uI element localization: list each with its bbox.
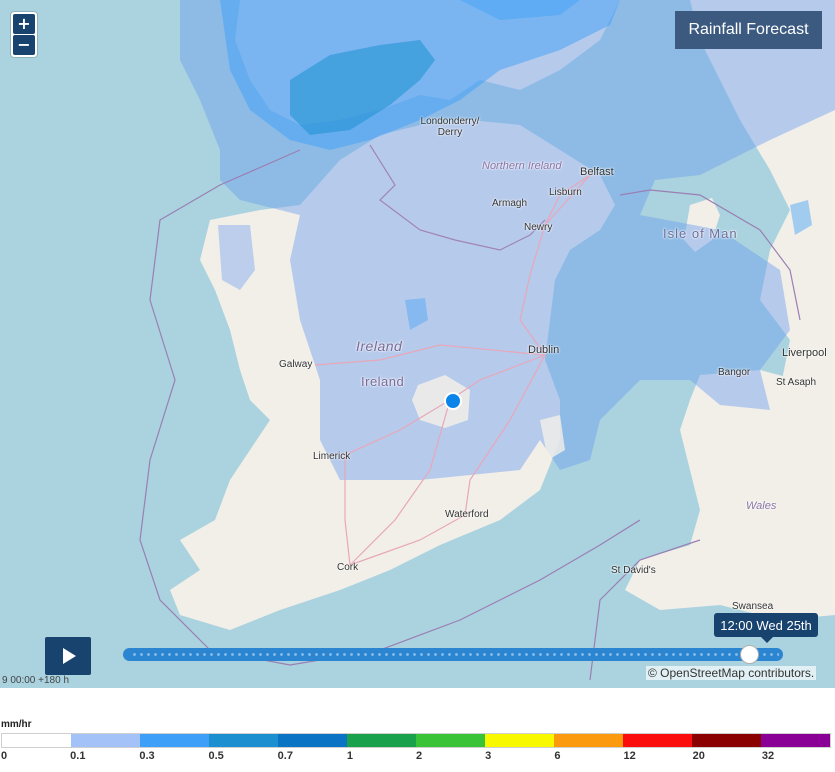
legend-swatch [140, 734, 209, 747]
place-ireland: Ireland [361, 374, 405, 389]
legend-swatch [761, 734, 830, 747]
zoom-control: + − [11, 12, 37, 57]
place-st-asaph: St Asaph [776, 377, 817, 388]
place-st-davids: St David's [611, 565, 656, 576]
legend-label: 1 [346, 750, 353, 762]
map-base-layer [0, 0, 835, 688]
legend-label: 32 [761, 750, 775, 762]
place-armagh: Armagh [492, 198, 528, 209]
place-bangor: Bangor [718, 367, 751, 378]
attribution-text: © OpenStreetMap contributors. [648, 666, 815, 680]
legend-label: 0 [1, 750, 8, 762]
map-attribution[interactable]: © OpenStreetMap contributors. [646, 666, 817, 680]
place-newry: Newry [524, 222, 553, 233]
zoom-in-button[interactable]: + [13, 14, 35, 34]
play-icon [63, 648, 76, 664]
legend-label: 0.3 [139, 750, 155, 762]
legend-swatch [692, 734, 761, 747]
current-time-tooltip: 12:00 Wed 25th [714, 613, 818, 643]
legend-swatch [209, 734, 278, 747]
rainfall-legend-bar [1, 733, 831, 748]
legend-label: 2 [416, 750, 423, 762]
legend-swatch [554, 734, 623, 747]
legend-swatch [416, 734, 485, 747]
place-isle-of-man: Isle of Man [663, 226, 738, 241]
zoom-out-button[interactable]: − [13, 35, 35, 55]
legend-swatch [278, 734, 347, 747]
legend-swatch [2, 734, 71, 747]
timeline-ticks [131, 653, 779, 656]
location-marker[interactable] [444, 392, 462, 410]
place-dublin: Dublin [528, 344, 560, 356]
timeline-slider[interactable] [123, 648, 783, 661]
legend-swatch [71, 734, 140, 747]
place-cork: Cork [337, 562, 359, 573]
legend-label: 20 [692, 750, 705, 762]
place-galway: Galway [279, 359, 313, 370]
place-limerick: Limerick [313, 451, 351, 462]
place-belfast: Belfast [580, 166, 614, 178]
legend-label: 0.5 [208, 750, 224, 762]
legend-label: 12 [623, 750, 636, 762]
legend-swatch [347, 734, 416, 747]
timeline-range-label: 9 00:00 +180 h [2, 675, 70, 686]
place-swansea: Swansea [732, 601, 774, 612]
place-lisburn: Lisburn [549, 187, 582, 198]
legend-unit: mm/hr [1, 719, 32, 730]
legend-label: 6 [554, 750, 561, 762]
legend-label: 3 [485, 750, 492, 762]
legend-swatch [623, 734, 692, 747]
place-londonderry: Londonderry/ Derry [420, 116, 480, 138]
place-ireland-italic: Ireland [356, 338, 403, 354]
timeline-slider-thumb[interactable] [739, 645, 759, 664]
legend-swatch [485, 734, 554, 747]
place-liverpool: Liverpool [782, 347, 827, 359]
play-button[interactable] [45, 637, 91, 675]
legend-label: 0.7 [277, 750, 293, 762]
legend-label: 0.1 [70, 750, 86, 762]
rainfall-map[interactable]: Londonderry/ Derry Northern Ireland Belf… [0, 0, 835, 688]
place-waterford: Waterford [445, 509, 489, 520]
rainfall-forecast-title: Rainfall Forecast [675, 11, 822, 49]
place-northern-ireland: Northern Ireland [482, 160, 562, 172]
place-wales: Wales [746, 500, 777, 512]
